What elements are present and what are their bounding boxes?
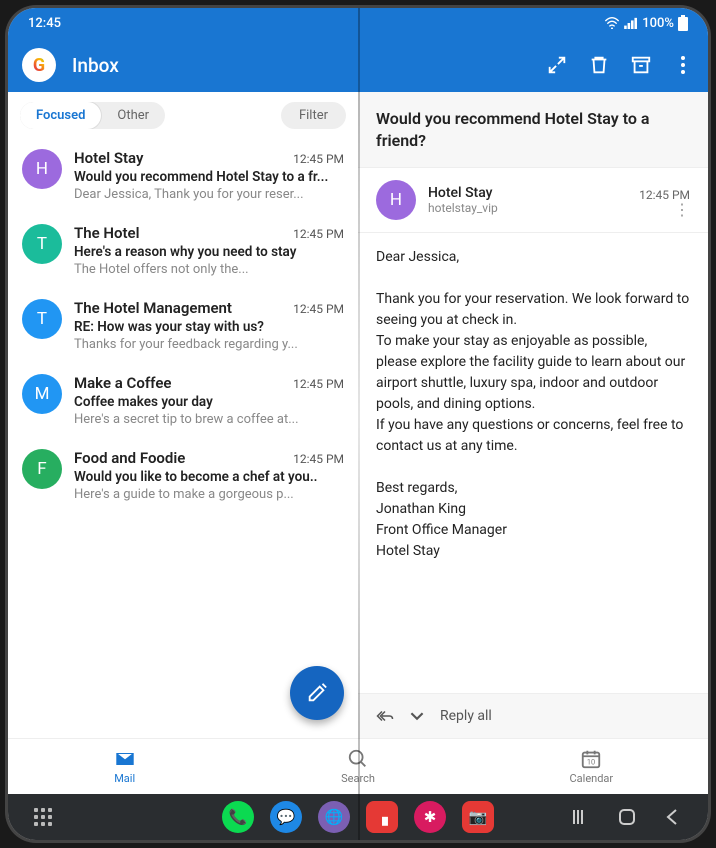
dock-gallery-icon[interactable]: ✱ xyxy=(414,801,446,833)
email-time: 12:45 PM xyxy=(293,452,344,466)
email-time: 12:45 PM xyxy=(293,152,344,166)
email-preview: Thanks for your feedback regarding y... xyxy=(74,337,344,352)
focus-tabs: Focused Other xyxy=(20,102,165,129)
status-bar: 12:45 100% xyxy=(8,8,708,38)
account-avatar[interactable] xyxy=(22,48,56,82)
clock: 12:45 xyxy=(28,16,61,31)
expand-icon[interactable] xyxy=(546,54,568,76)
message-header: H Hotel Stay hotelstay_vip 12:45 PM ⋮ xyxy=(358,167,708,233)
dock-phone-icon[interactable]: 📞 xyxy=(222,801,254,833)
email-item[interactable]: T The Hotel 12:45 PM Here's a reason why yo… xyxy=(8,214,358,289)
email-sender: Food and Foodie xyxy=(74,449,185,467)
email-preview: The Hotel offers not only the... xyxy=(74,262,344,277)
dock-messages-icon[interactable]: 💬 xyxy=(270,801,302,833)
email-avatar: M xyxy=(22,374,62,414)
email-avatar: H xyxy=(22,149,62,189)
email-sender: The Hotel Management xyxy=(74,299,232,317)
filter-button[interactable]: Filter xyxy=(281,102,346,129)
sender-avatar[interactable]: H xyxy=(376,180,416,220)
reply-all-icon xyxy=(376,709,394,723)
email-sender: Make a Coffee xyxy=(74,374,171,392)
nav-calendar[interactable]: 10 Calendar xyxy=(475,739,708,794)
inbox-title: Inbox xyxy=(72,54,530,77)
reply-bar[interactable]: Reply all xyxy=(358,693,708,738)
email-subject: Coffee makes your day xyxy=(74,394,344,410)
calendar-icon: 10 xyxy=(580,748,602,770)
email-preview: Dear Jessica, Thank you for your reser..… xyxy=(74,187,344,202)
reading-pane: Would you recommend Hotel Stay to a frie… xyxy=(358,92,708,738)
tab-other[interactable]: Other xyxy=(101,102,165,129)
email-item[interactable]: T The Hotel Management 12:45 PM RE: How was… xyxy=(8,289,358,364)
email-list-pane: Focused Other Filter H Hotel Stay 12:45 PM… xyxy=(8,92,358,738)
archive-icon[interactable] xyxy=(630,54,652,76)
reply-label: Reply all xyxy=(440,708,492,724)
email-subject: Here's a reason why you need to stay xyxy=(74,244,344,260)
more-icon[interactable] xyxy=(672,54,694,76)
message-subject: Would you recommend Hotel Stay to a frie… xyxy=(358,92,708,167)
bottom-nav: Mail Search 10 Calendar xyxy=(8,738,708,794)
delete-icon[interactable] xyxy=(588,54,610,76)
svg-text:10: 10 xyxy=(587,758,595,767)
email-subject: Would you recommend Hotel Stay to a fr..… xyxy=(74,169,344,185)
back-button[interactable] xyxy=(664,808,682,826)
home-button[interactable] xyxy=(618,808,636,826)
dock-app-icon[interactable]: ▗ xyxy=(366,801,398,833)
mail-icon xyxy=(114,748,136,770)
email-avatar: T xyxy=(22,299,62,339)
signal-icon xyxy=(624,17,638,29)
recents-button[interactable] xyxy=(572,808,590,826)
dock-camera-icon[interactable]: 📷 xyxy=(462,801,494,833)
email-item[interactable]: F Food and Foodie 12:45 PM Would you like t… xyxy=(8,439,358,514)
email-preview: Here's a secret tip to brew a coffee at.… xyxy=(74,412,344,427)
compose-button[interactable] xyxy=(290,666,344,720)
email-time: 12:45 PM xyxy=(293,227,344,241)
email-item[interactable]: H Hotel Stay 12:45 PM Would you recommend H… xyxy=(8,139,358,214)
email-avatar: F xyxy=(22,449,62,489)
battery-text: 100% xyxy=(642,16,674,31)
email-time: 12:45 PM xyxy=(293,302,344,316)
sender-address: hotelstay_vip xyxy=(428,201,627,215)
email-preview: Here's a guide to make a gorgeous p... xyxy=(74,487,344,502)
nav-search[interactable]: Search xyxy=(241,739,474,794)
email-subject: Would you like to become a chef at you.. xyxy=(74,469,344,485)
message-more-icon[interactable]: ⋮ xyxy=(674,208,690,213)
system-bar: 📞 💬 🌐 ▗ ✱ 📷 xyxy=(8,794,708,840)
chevron-down-icon[interactable] xyxy=(408,709,426,723)
email-avatar: T xyxy=(22,224,62,264)
app-header: Inbox xyxy=(8,38,708,92)
search-icon xyxy=(347,748,369,770)
dock-browser-icon[interactable]: 🌐 xyxy=(318,801,350,833)
email-item[interactable]: M Make a Coffee 12:45 PM Coffee makes your … xyxy=(8,364,358,439)
sender-name: Hotel Stay xyxy=(428,185,627,201)
email-sender: Hotel Stay xyxy=(74,149,143,167)
apps-grid-icon[interactable] xyxy=(34,808,52,826)
nav-mail[interactable]: Mail xyxy=(8,739,241,794)
email-subject: RE: How was your stay with us? xyxy=(74,319,344,335)
tab-focused[interactable]: Focused xyxy=(20,102,101,129)
email-time: 12:45 PM xyxy=(293,377,344,391)
message-body: Dear Jessica, Thank you for your reserva… xyxy=(358,233,708,693)
battery-icon xyxy=(678,15,688,31)
wifi-icon xyxy=(604,17,620,29)
email-list: H Hotel Stay 12:45 PM Would you recommend H… xyxy=(8,139,358,738)
email-sender: The Hotel xyxy=(74,224,140,242)
